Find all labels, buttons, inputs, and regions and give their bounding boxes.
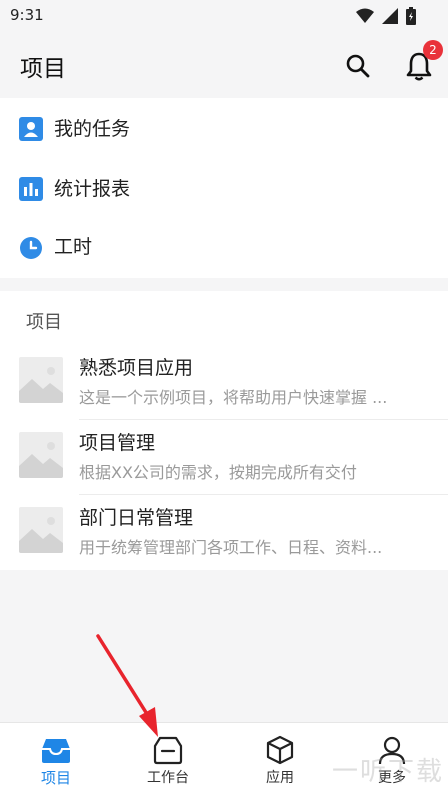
notification-badge: 2 bbox=[423, 40, 443, 60]
workbench-icon bbox=[153, 736, 183, 765]
quick-link-label: 工时 bbox=[54, 236, 93, 258]
quick-link-reports[interactable]: 统计报表 bbox=[0, 158, 448, 218]
projects-section: 项目 熟悉项目应用 这是一个示例项目，将帮助用户快速掌握 ... 项目管理 根据… bbox=[0, 291, 448, 570]
bar-chart-icon bbox=[19, 177, 43, 201]
quick-link-my-tasks[interactable]: 我的任务 bbox=[0, 98, 448, 158]
project-desc: 这是一个示例项目，将帮助用户快速掌握 ... bbox=[79, 388, 388, 407]
project-item[interactable]: 部门日常管理 用于统筹管理部门各项工作、日程、资料... bbox=[0, 495, 448, 570]
page-title: 项目 bbox=[20, 56, 66, 82]
cube-icon bbox=[266, 735, 294, 765]
project-name: 部门日常管理 bbox=[79, 507, 194, 529]
quick-link-label: 我的任务 bbox=[54, 118, 131, 140]
status-time: 9:31 bbox=[10, 6, 44, 24]
app-header: 项目 2 bbox=[0, 32, 448, 98]
quick-link-label: 统计报表 bbox=[54, 178, 131, 200]
tab-apps[interactable]: 应用 bbox=[224, 723, 336, 796]
tab-label: 应用 bbox=[266, 770, 294, 786]
project-desc: 用于统筹管理部门各项工作、日程、资料... bbox=[79, 538, 383, 557]
image-placeholder-icon bbox=[19, 432, 63, 478]
wifi-icon bbox=[356, 8, 374, 23]
user-card-icon bbox=[19, 117, 43, 141]
quick-links: 我的任务 统计报表 工时 bbox=[0, 98, 448, 278]
inbox-tray-icon bbox=[42, 739, 70, 763]
signal-icon bbox=[382, 8, 398, 24]
quick-link-work-hours[interactable]: 工时 bbox=[0, 218, 448, 278]
tab-label: 项目 bbox=[40, 769, 71, 787]
project-name: 熟悉项目应用 bbox=[79, 357, 194, 379]
tab-projects[interactable]: 项目 bbox=[0, 723, 112, 796]
project-item[interactable]: 项目管理 根据XX公司的需求，按期完成所有交付 bbox=[0, 420, 448, 495]
project-desc: 根据XX公司的需求，按期完成所有交付 bbox=[79, 463, 357, 482]
project-item[interactable]: 熟悉项目应用 这是一个示例项目，将帮助用户快速掌握 ... bbox=[0, 345, 448, 420]
clock-icon bbox=[20, 237, 42, 259]
tab-workbench[interactable]: 工作台 bbox=[112, 723, 224, 796]
image-placeholder-icon bbox=[19, 357, 63, 403]
section-label: 项目 bbox=[26, 312, 62, 333]
search-icon[interactable] bbox=[344, 52, 372, 80]
project-name: 项目管理 bbox=[79, 432, 156, 454]
status-bar: 9:31 bbox=[0, 0, 448, 32]
tab-label: 工作台 bbox=[147, 770, 189, 786]
image-placeholder-icon bbox=[19, 507, 63, 553]
battery-icon bbox=[406, 7, 416, 25]
status-icons bbox=[356, 7, 416, 25]
watermark: 一听下载 bbox=[331, 757, 444, 787]
